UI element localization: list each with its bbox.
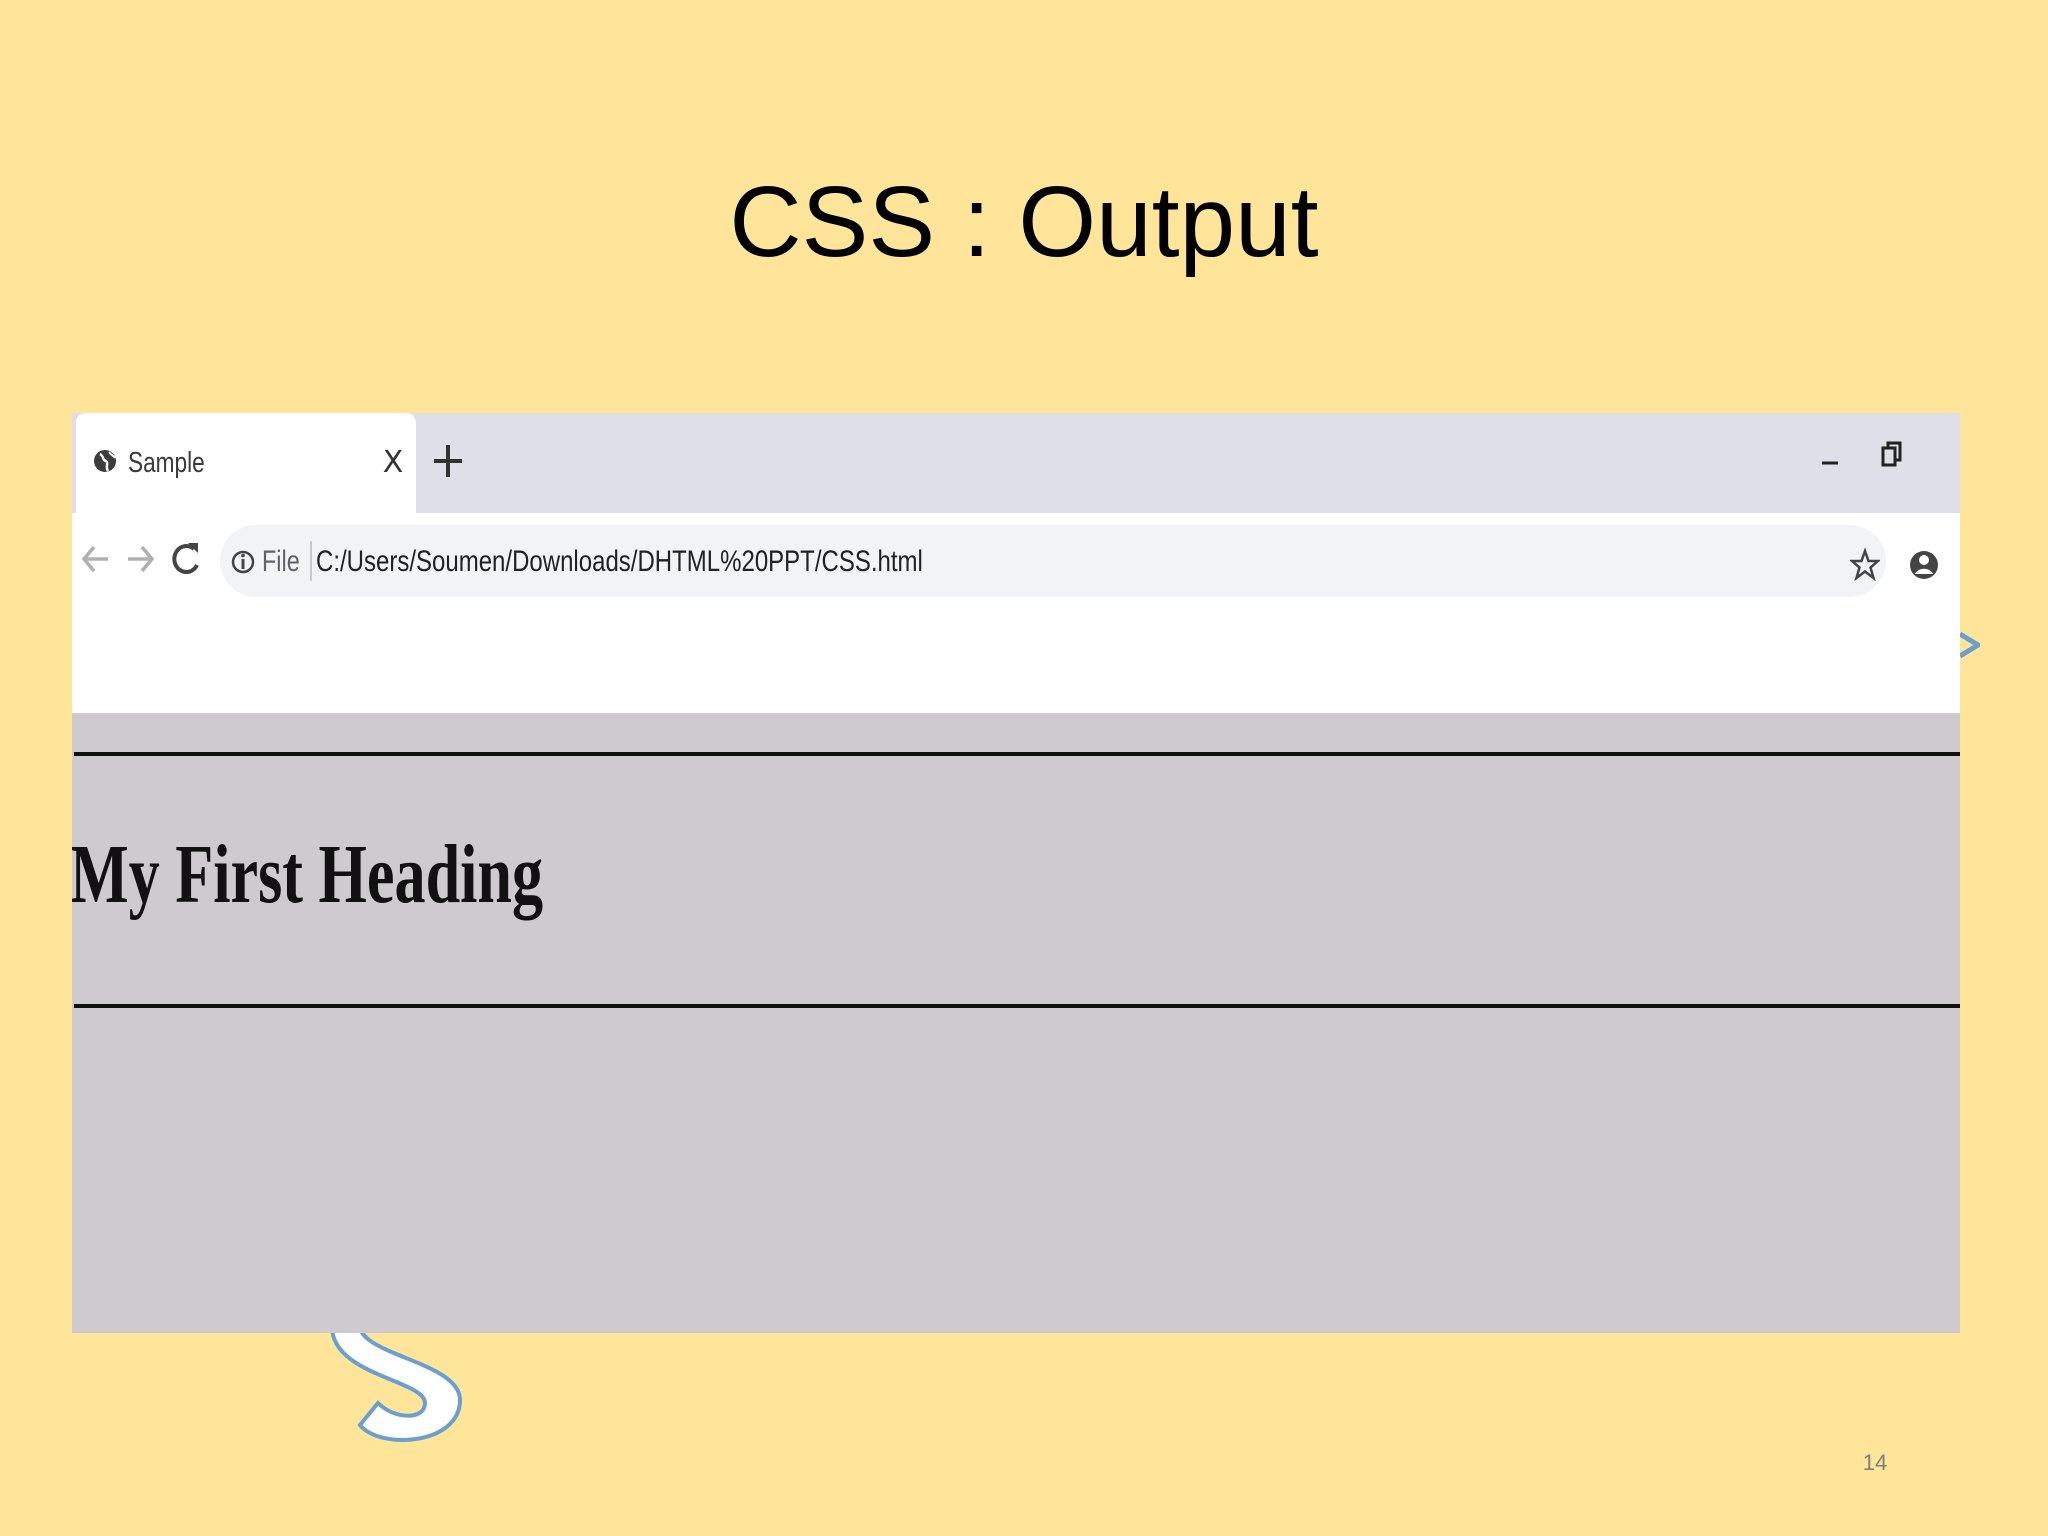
address-divider: [310, 541, 312, 581]
browser-window: Sample X File C:/Users/Soumen/Downloads/…: [72, 413, 1960, 1333]
reload-icon[interactable]: [170, 535, 202, 583]
page-top-band: [72, 655, 1960, 713]
browser-toolbar: File C:/Users/Soumen/Downloads/DHTML%20P…: [72, 513, 1960, 609]
arrow-left-icon[interactable]: [80, 537, 112, 581]
close-tab-button[interactable]: X: [378, 443, 408, 483]
url-text[interactable]: C:/Users/Soumen/Downloads/DHTML%20PPT/CS…: [316, 545, 923, 579]
profile-icon[interactable]: [1908, 543, 1940, 587]
url-scheme-label: File: [262, 545, 300, 578]
decorative-chevron-graphic: [1958, 632, 1980, 658]
page-top-area: [72, 609, 1960, 655]
tab-strip: Sample X: [72, 413, 1960, 513]
horizontal-rule-top: [74, 752, 1960, 756]
globe-icon: [94, 450, 116, 472]
plus-icon[interactable]: [428, 439, 468, 483]
star-icon[interactable]: [1850, 547, 1880, 583]
page-heading: My First Heading: [72, 828, 544, 921]
minimize-icon[interactable]: [1820, 453, 1840, 473]
restore-icon[interactable]: [1880, 439, 1904, 469]
slide-title: CSS : Output: [729, 166, 1319, 278]
info-icon[interactable]: [230, 547, 256, 577]
tab-title: Sample: [128, 447, 205, 479]
horizontal-rule-bottom: [74, 1004, 1960, 1008]
tab-sample[interactable]: Sample X: [76, 413, 416, 513]
arrow-right-icon[interactable]: [124, 537, 156, 581]
address-bar[interactable]: File C:/Users/Soumen/Downloads/DHTML%20P…: [220, 525, 1886, 597]
slide-page-number: 14: [1862, 1450, 1888, 1475]
